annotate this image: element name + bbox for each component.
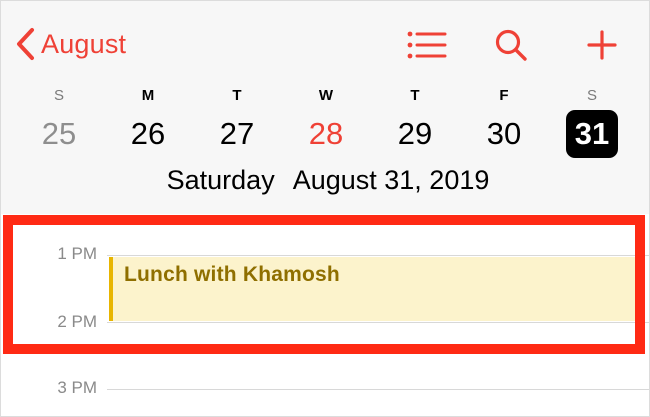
day-number: 27 xyxy=(219,116,255,151)
plus-icon xyxy=(587,30,617,60)
selected-weekday: Saturday xyxy=(166,165,275,195)
day-number: 25 xyxy=(41,116,77,151)
day-tuesday[interactable]: T 27 xyxy=(207,85,267,165)
hour-divider xyxy=(107,322,649,323)
day-wednesday[interactable]: W 28 xyxy=(296,85,356,165)
day-timeline[interactable]: 1 PM 2 PM 3 PM Lunch with Khamosh xyxy=(1,214,649,416)
list-icon xyxy=(407,31,447,59)
selected-full-date: August 31, 2019 xyxy=(292,165,490,195)
day-number-selected: 31 xyxy=(566,110,618,158)
search-button[interactable] xyxy=(489,23,533,67)
day-saturday[interactable]: S 31 xyxy=(562,85,622,165)
day-number: 30 xyxy=(486,116,522,151)
day-thursday[interactable]: T 29 xyxy=(385,85,445,165)
day-letter: M xyxy=(141,87,155,104)
hour-label: 3 PM xyxy=(57,378,97,397)
event-block[interactable]: Lunch with Khamosh xyxy=(109,257,641,321)
day-monday[interactable]: M 26 xyxy=(118,85,178,165)
day-letter: W xyxy=(318,87,334,104)
day-number-today: 28 xyxy=(308,116,344,151)
day-number: 29 xyxy=(397,116,433,151)
day-number: 26 xyxy=(130,116,166,151)
search-icon xyxy=(495,29,527,61)
hour-divider xyxy=(107,255,649,256)
day-letter: T xyxy=(232,87,242,104)
calendar-header: August S 25 M 26 T 27 W 28 T 29 F 30 S 3… xyxy=(1,1,649,214)
list-view-button[interactable] xyxy=(405,23,449,67)
chevron-left-icon xyxy=(17,28,34,60)
hour-label: 2 PM xyxy=(57,312,97,331)
day-sunday[interactable]: S 25 xyxy=(29,85,89,165)
back-label: August xyxy=(41,28,127,59)
week-strip: S 25 M 26 T 27 W 28 T 29 F 30 S 31 xyxy=(1,85,649,165)
hour-divider xyxy=(107,389,649,390)
selected-date-label: Saturday August 31, 2019 xyxy=(1,165,649,196)
day-letter: S xyxy=(53,87,64,104)
day-letter: F xyxy=(499,87,509,104)
day-friday[interactable]: F 30 xyxy=(474,85,534,165)
back-to-month-button[interactable]: August xyxy=(15,24,126,64)
event-title: Lunch with Khamosh xyxy=(124,263,340,286)
hour-label: 1 PM xyxy=(57,244,97,263)
day-letter: T xyxy=(410,87,420,104)
day-letter: S xyxy=(586,87,597,104)
add-event-button[interactable] xyxy=(580,23,624,67)
